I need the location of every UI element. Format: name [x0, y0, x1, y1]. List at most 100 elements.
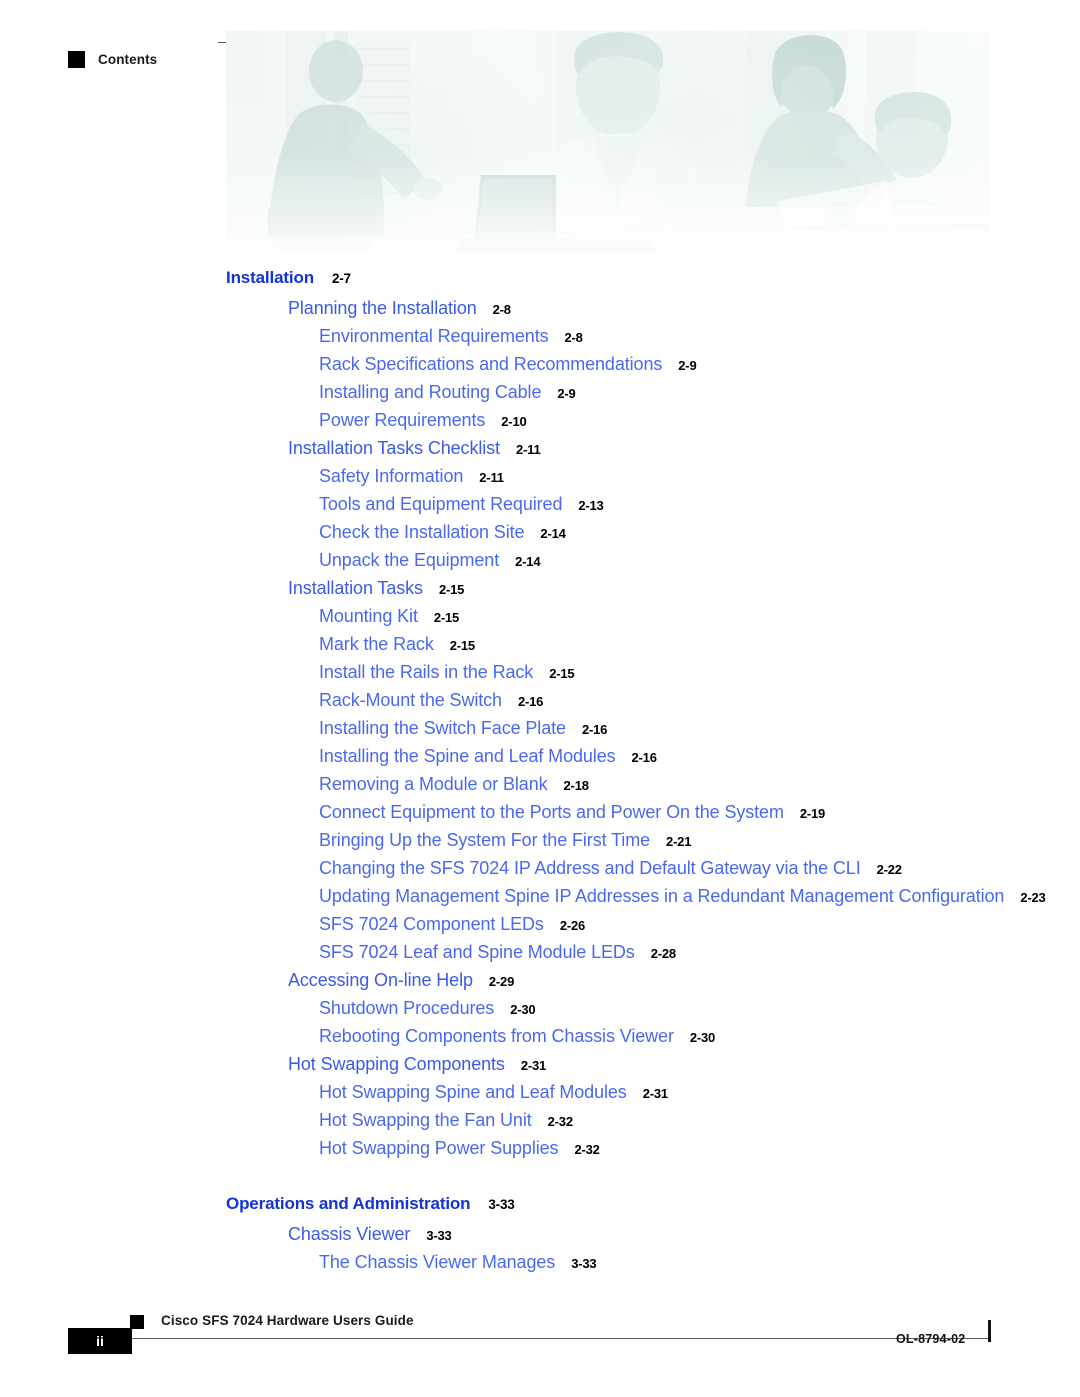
toc-entry[interactable]: Safety Information 2-11: [0, 462, 1080, 490]
page-number: ii: [96, 1333, 104, 1349]
footer-square-marker-icon: [130, 1315, 144, 1329]
toc-entry[interactable]: Shutdown Procedures 2-30: [0, 994, 1080, 1022]
toc-entry-page-number: 2-14: [515, 554, 541, 569]
toc-entry[interactable]: Hot Swapping Components 2-31: [0, 1050, 1080, 1078]
toc-entry[interactable]: Installing the Spine and Leaf Modules 2-1…: [0, 742, 1080, 770]
toc-entry-title[interactable]: Check the Installation Site: [319, 518, 525, 546]
toc-entry-title[interactable]: SFS 7024 Leaf and Spine Module LEDs: [319, 938, 635, 966]
footer-edge-tick: [988, 1320, 991, 1342]
toc-entry-page-number: 2-10: [501, 414, 527, 429]
toc-entry-title[interactable]: Tools and Equipment Required: [319, 490, 562, 518]
toc-entry-title[interactable]: Installing and Routing Cable: [319, 378, 541, 406]
toc-entry-title[interactable]: Bringing Up the System For the First Tim…: [319, 826, 650, 854]
toc-entry[interactable]: Installation Tasks Checklist 2-11: [0, 434, 1080, 462]
toc-entry-page-number: 2-29: [488, 974, 515, 989]
toc-entry[interactable]: The Chassis Viewer Manages 3-33: [0, 1248, 1080, 1276]
toc-entry-page-number: 2-9: [678, 358, 697, 373]
toc-entry-page-number: 3-33: [426, 1228, 452, 1243]
toc-entry[interactable]: Installation Tasks 2-15: [0, 574, 1080, 602]
toc-entry[interactable]: Mounting Kit 2-15: [0, 602, 1080, 630]
toc-entry[interactable]: Hot Swapping the Fan Unit 2-32: [0, 1106, 1080, 1134]
toc-entry-title[interactable]: Rack Specifications and Recommendations: [319, 350, 662, 378]
running-header-label: Contents: [98, 52, 158, 67]
toc-entry[interactable]: Hot Swapping Spine and Leaf Modules 2-31: [0, 1078, 1080, 1106]
toc-entry[interactable]: Tools and Equipment Required 2-13: [0, 490, 1080, 518]
toc-entry[interactable]: Removing a Module or Blank 2-18: [0, 770, 1080, 798]
toc-entry-title[interactable]: Planning the Installation: [288, 294, 477, 322]
toc-entry[interactable]: Accessing On-line Help 2-29: [0, 966, 1080, 994]
toc-entry[interactable]: Install the Rails in the Rack 2-15: [0, 658, 1080, 686]
toc-entry-title[interactable]: Hot Swapping the Fan Unit: [319, 1106, 532, 1134]
toc-entry-page-number: 2-15: [438, 582, 465, 597]
toc-entry-page-number: 3-33: [571, 1256, 597, 1271]
toc-entry-title[interactable]: Changing the SFS 7024 IP Address and Def…: [319, 854, 861, 882]
toc-entry-title[interactable]: Updating Management Spine IP Addresses i…: [319, 882, 1004, 910]
toc-entry-page-number: 2-15: [449, 638, 475, 653]
toc-entry[interactable]: Installing the Switch Face Plate 2-16: [0, 714, 1080, 742]
black-square-marker-icon: [68, 51, 85, 68]
toc-entry-page-number: 2-16: [631, 750, 657, 765]
toc-entry-title[interactable]: Rebooting Components from Chassis Viewer: [319, 1022, 674, 1050]
toc-entry[interactable]: Power Requirements 2-10: [0, 406, 1080, 434]
toc-entry-title[interactable]: Installation Tasks Checklist: [288, 434, 500, 462]
page-footer: [0, 1297, 1080, 1397]
toc-entry-title[interactable]: Environmental Requirements: [319, 322, 549, 350]
toc-entry-title[interactable]: Mark the Rack: [319, 630, 434, 658]
toc-entry-page-number: 2-26: [559, 918, 586, 933]
toc-entry-page-number: 2-31: [520, 1058, 547, 1073]
header-banner-image: [226, 31, 990, 255]
toc-entry[interactable]: Bringing Up the System For the First Tim…: [0, 826, 1080, 854]
toc-entry[interactable]: Changing the SFS 7024 IP Address and Def…: [0, 854, 1080, 882]
toc-entry-title[interactable]: Rack-Mount the Switch: [319, 686, 502, 714]
toc-entry-title[interactable]: Connect Equipment to the Ports and Power…: [319, 798, 784, 826]
toc-entry[interactable]: Updating Management Spine IP Addresses i…: [0, 882, 1080, 910]
toc-entry-page-number: 2-30: [689, 1030, 716, 1045]
toc-entry-title[interactable]: Installing the Switch Face Plate: [319, 714, 566, 742]
toc-entry[interactable]: Installing and Routing Cable 2-9: [0, 378, 1080, 406]
toc-entry-page-number: 2-31: [642, 1086, 668, 1101]
toc-entry[interactable]: Chassis Viewer 3-33: [0, 1220, 1080, 1248]
toc-entry-title[interactable]: Installation Tasks: [288, 574, 423, 602]
toc-entry-page-number: 2-16: [517, 694, 544, 709]
toc-entry[interactable]: Hot Swapping Power Supplies 2-32: [0, 1134, 1080, 1162]
toc-entry-title[interactable]: Hot Swapping Components: [288, 1050, 505, 1078]
toc-entry[interactable]: Mark the Rack 2-15: [0, 630, 1080, 658]
toc-entry[interactable]: Environmental Requirements 2-8: [0, 322, 1080, 350]
document-title: Cisco SFS 7024 Hardware Users Guide: [161, 1313, 414, 1328]
toc-entry-page-number: 2-11: [515, 442, 541, 457]
toc-entry-title[interactable]: Installing the Spine and Leaf Modules: [319, 742, 616, 770]
banner-artwork: [226, 31, 990, 255]
toc-entry[interactable]: SFS 7024 Component LEDs 2-26: [0, 910, 1080, 938]
toc-entry[interactable]: SFS 7024 Leaf and Spine Module LEDs 2-28: [0, 938, 1080, 966]
toc-entry-title[interactable]: SFS 7024 Component LEDs: [319, 910, 544, 938]
toc-entry[interactable]: Installation 2-7: [0, 262, 1080, 294]
toc-entry[interactable]: Rack-Mount the Switch 2-16: [0, 686, 1080, 714]
toc-entry-title[interactable]: Hot Swapping Spine and Leaf Modules: [319, 1078, 627, 1106]
toc-entry-title[interactable]: Hot Swapping Power Supplies: [319, 1134, 559, 1162]
toc-entry-page-number: 2-28: [650, 946, 676, 961]
toc-entry-title[interactable]: Operations and Administration: [226, 1188, 471, 1220]
toc-entry[interactable]: Rebooting Components from Chassis Viewer…: [0, 1022, 1080, 1050]
toc-entry-title[interactable]: Unpack the Equipment: [319, 546, 499, 574]
toc-entry[interactable]: Connect Equipment to the Ports and Power…: [0, 798, 1080, 826]
toc-entry-title[interactable]: Power Requirements: [319, 406, 485, 434]
toc-entry-title[interactable]: Accessing On-line Help: [288, 966, 473, 994]
toc-entry[interactable]: Rack Specifications and Recommendations 2…: [0, 350, 1080, 378]
toc-entry-page-number: 2-9: [557, 386, 576, 401]
toc-entry-title[interactable]: Safety Information: [319, 462, 463, 490]
toc-entry-title[interactable]: Chassis Viewer: [288, 1220, 410, 1248]
toc-entry-title[interactable]: Mounting Kit: [319, 602, 418, 630]
toc-entry-title[interactable]: Removing a Module or Blank: [319, 770, 548, 798]
toc-entry-title[interactable]: Shutdown Procedures: [319, 994, 494, 1022]
toc-entry[interactable]: Operations and Administration 3-33: [0, 1188, 1080, 1220]
toc-entry-page-number: 2-8: [564, 330, 583, 345]
toc-entry[interactable]: Unpack the Equipment 2-14: [0, 546, 1080, 574]
toc-entry[interactable]: Check the Installation Site 2-14: [0, 518, 1080, 546]
toc-entry-title[interactable]: Installation: [226, 262, 314, 294]
toc-entry[interactable]: Planning the Installation 2-8: [0, 294, 1080, 322]
toc-entry-page-number: 2-11: [479, 470, 504, 485]
toc-entry-title[interactable]: Install the Rails in the Rack: [319, 658, 533, 686]
toc-entry-page-number: 2-15: [433, 610, 460, 625]
toc-entry-page-number: 2-21: [666, 834, 692, 849]
toc-entry-title[interactable]: The Chassis Viewer Manages: [319, 1248, 555, 1276]
